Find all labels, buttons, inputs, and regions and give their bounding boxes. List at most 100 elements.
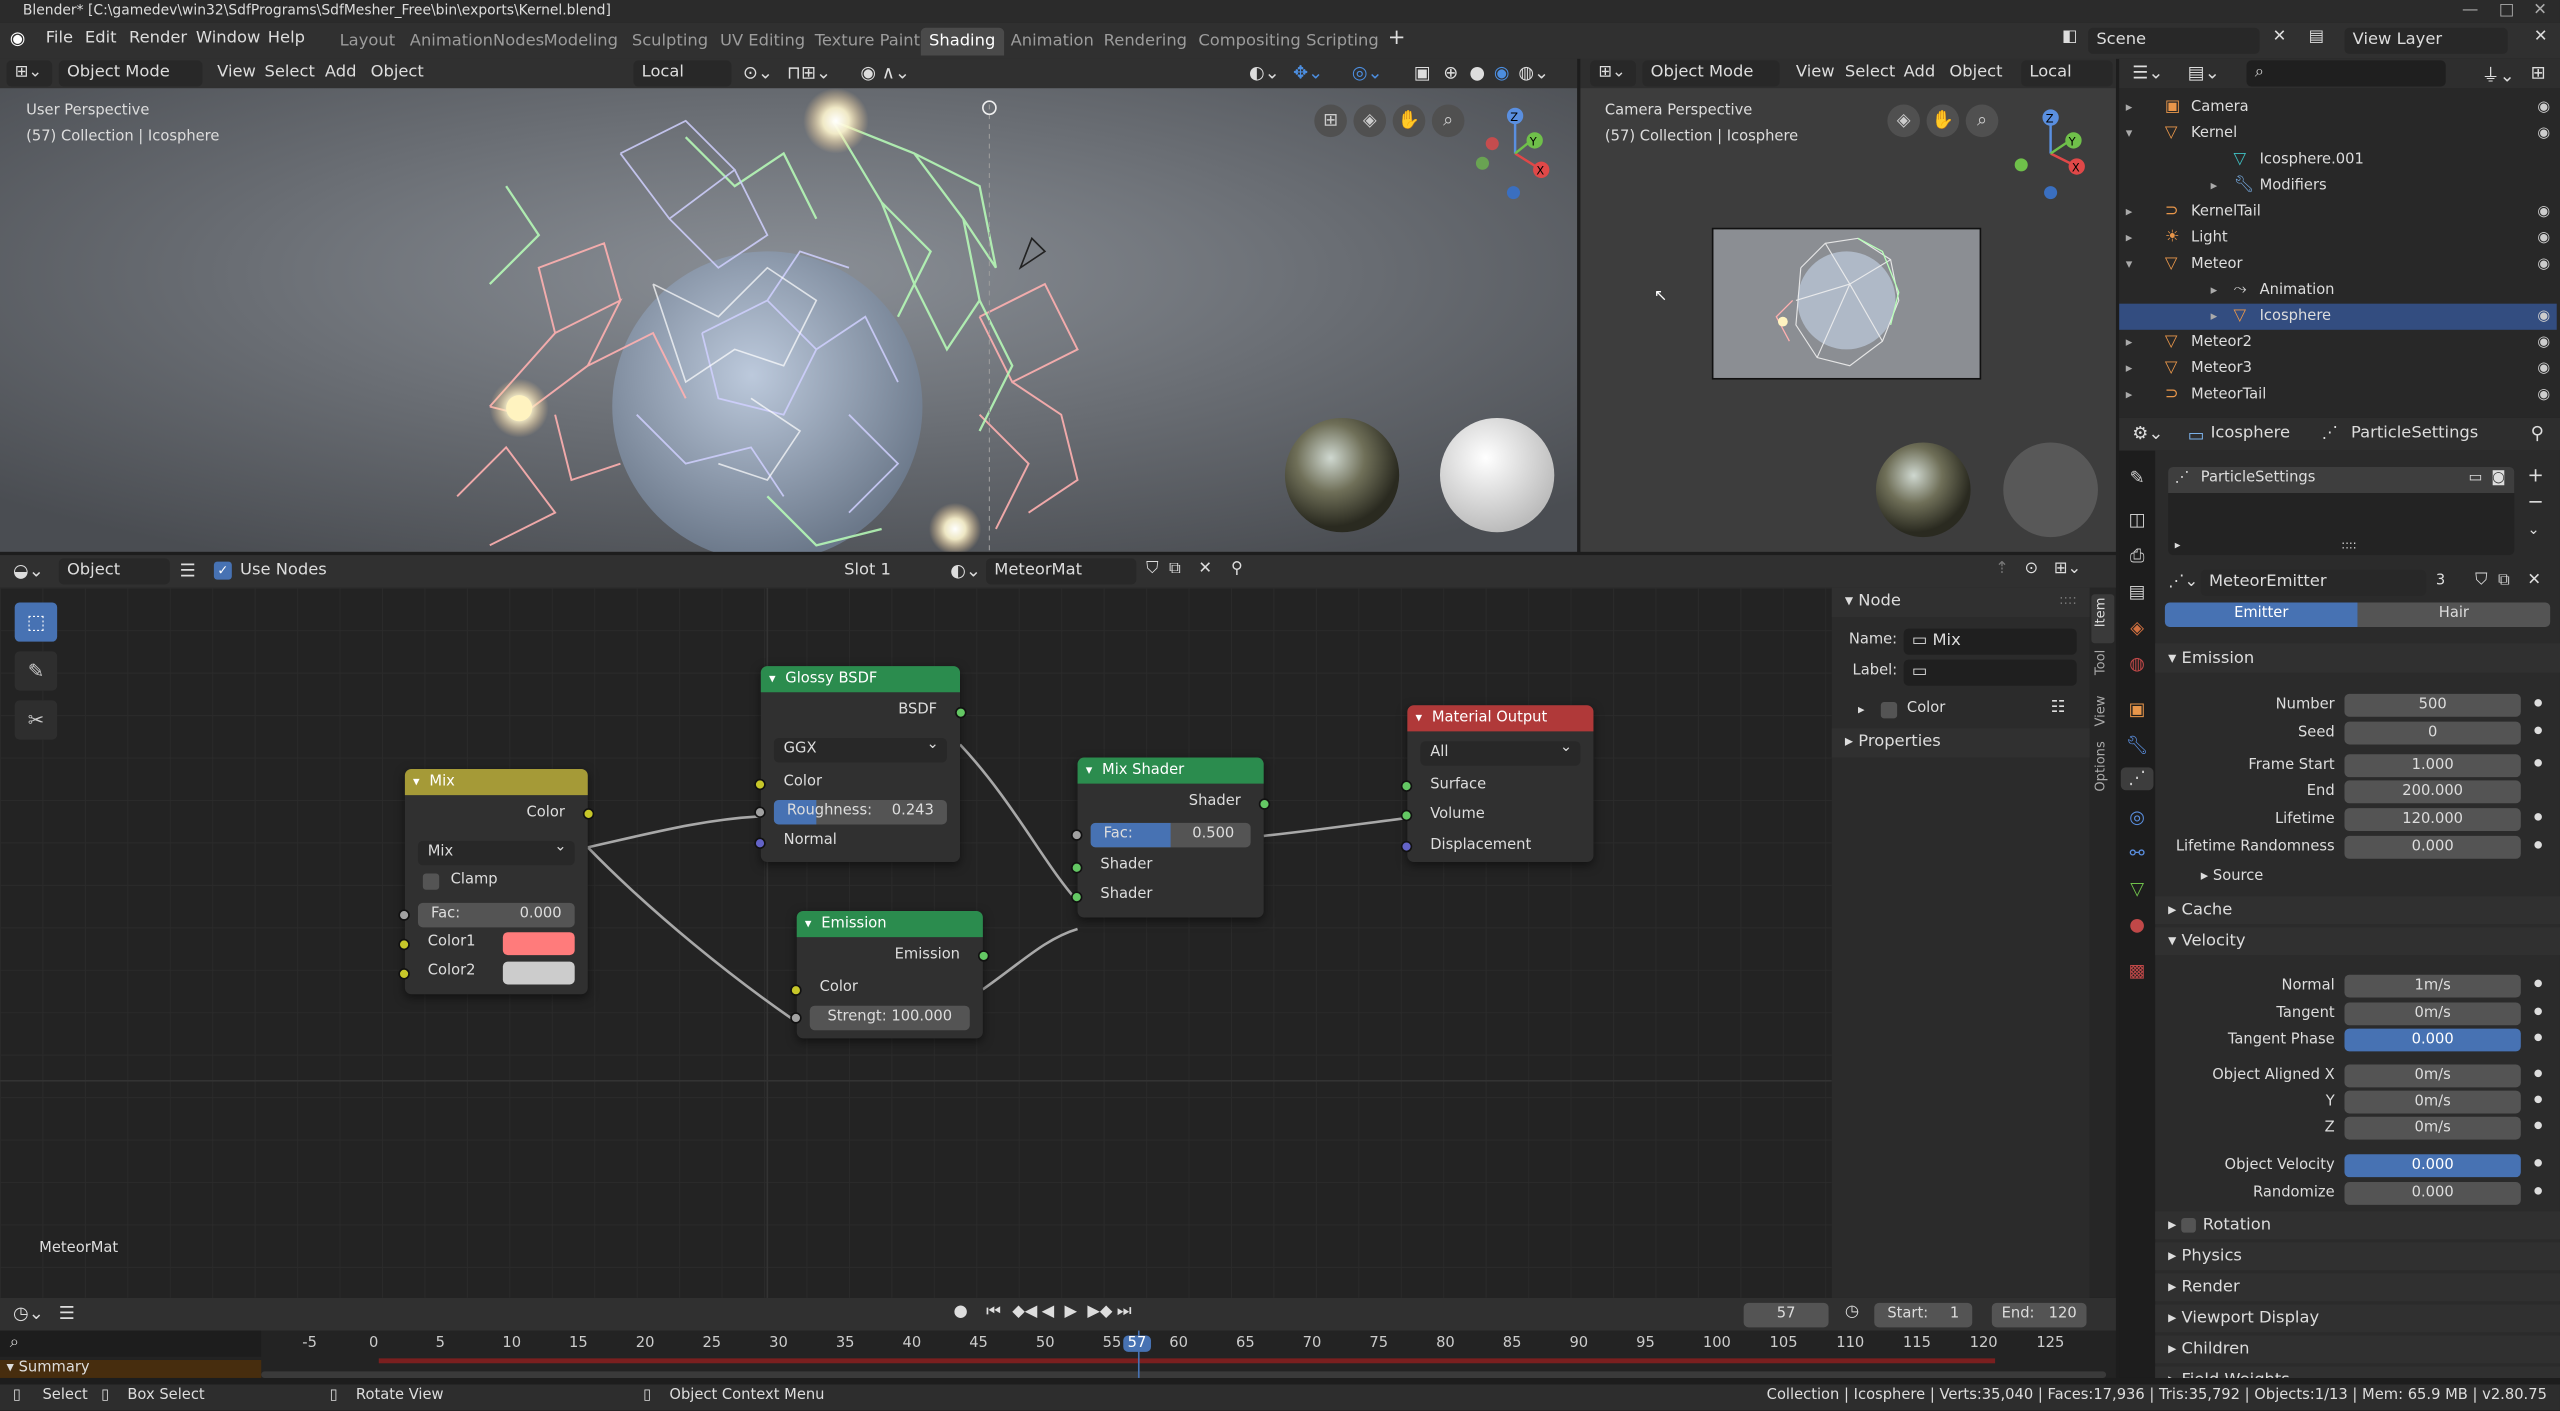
- editor-type-icon[interactable]: ⚙⌄: [2132, 423, 2163, 444]
- editor-type-icon[interactable]: ◷⌄: [13, 1303, 44, 1324]
- blender-logo-icon[interactable]: ◉: [10, 28, 26, 49]
- sidebar-tab-item[interactable]: Item: [2093, 598, 2108, 628]
- expand-icon[interactable]: ▸: [2126, 225, 2133, 251]
- gizmo-icon[interactable]: ✥⌄: [1293, 62, 1323, 83]
- shading-rendered-icon[interactable]: ◍⌄: [1518, 62, 1549, 83]
- view-layer-field[interactable]: View Layer: [2344, 27, 2508, 54]
- orientation-dropdown[interactable]: Local: [633, 60, 732, 87]
- proportional-icon[interactable]: ◉ ∧⌄: [860, 62, 910, 83]
- node-name-field[interactable]: ▭ Mix: [1903, 628, 2077, 655]
- bsdf-out-socket[interactable]: [955, 706, 967, 719]
- visibility-icon[interactable]: ◐⌄: [1249, 62, 1280, 83]
- play-icon[interactable]: ▶: [1064, 1303, 1077, 1321]
- velocity-y-field[interactable]: 0m/s: [2344, 1090, 2521, 1114]
- outliner-row[interactable]: ▸ ⤳ Animation: [2119, 278, 2557, 304]
- data-tab-icon[interactable]: ▽: [2124, 878, 2150, 901]
- close-icon[interactable]: ✕: [2533, 0, 2547, 23]
- snap-icon[interactable]: ⊙: [2024, 560, 2038, 578]
- keyframe-dot-icon[interactable]: ●: [2534, 811, 2543, 822]
- keyframe-dot-icon[interactable]: ●: [2534, 697, 2543, 708]
- color-list-icon[interactable]: ☷: [2051, 699, 2066, 717]
- timeline-scrollbar[interactable]: [261, 1371, 2107, 1378]
- tab-modeling[interactable]: Modeling: [536, 28, 627, 56]
- material-browse-icon[interactable]: ◐⌄: [950, 560, 981, 581]
- eye-icon[interactable]: ◉: [2537, 382, 2550, 408]
- pan-icon[interactable]: ✋: [1392, 104, 1426, 138]
- displacement-socket[interactable]: [1400, 840, 1413, 853]
- menu-select[interactable]: Select: [264, 64, 314, 82]
- shader-type-dropdown[interactable]: Object: [58, 558, 170, 585]
- mix-node-header[interactable]: Mix: [404, 768, 588, 796]
- object-tab-icon[interactable]: ▣: [2124, 699, 2150, 722]
- eye-icon[interactable]: ◉: [2537, 251, 2550, 277]
- pin-icon[interactable]: ⚲: [1231, 560, 1243, 578]
- physics-tab-icon[interactable]: ◎: [2124, 807, 2150, 830]
- emission-frame-start-field[interactable]: 1.000: [2344, 754, 2521, 778]
- volume-socket[interactable]: [1400, 809, 1413, 822]
- mix-node[interactable]: Mix Color Mix Clamp Fac: 0.000 Color1 Co…: [398, 768, 595, 995]
- display-mode-icon[interactable]: ▤⌄: [2188, 62, 2220, 83]
- tab-sculpting[interactable]: Sculpting: [624, 28, 717, 56]
- expand-icon[interactable]: ▸: [2126, 382, 2133, 408]
- jump-end-icon[interactable]: ⏭: [1117, 1303, 1132, 1321]
- clock-icon[interactable]: ◷: [1845, 1303, 1859, 1321]
- keyframe-dot-icon[interactable]: ●: [2534, 1032, 2543, 1043]
- source-subsection[interactable]: ▸ Source: [2201, 869, 2264, 885]
- overlay-icon[interactable]: ◎⌄: [1352, 62, 1383, 83]
- mix-shader-fac-socket[interactable]: [1071, 829, 1083, 841]
- new-collection-icon[interactable]: ⊞: [2531, 62, 2546, 83]
- editor-type-button[interactable]: ⊞⌄: [1590, 60, 1636, 87]
- filter-icon[interactable]: ⏚⌄: [2482, 62, 2515, 88]
- keyframe-dot-icon[interactable]: ●: [2534, 1094, 2543, 1105]
- view-layer-close-icon[interactable]: ✕: [2534, 28, 2548, 46]
- menu-add[interactable]: Add: [325, 64, 357, 82]
- glossy-color-socket[interactable]: [754, 778, 766, 791]
- velocity-normal-field[interactable]: 1m/s: [2344, 974, 2521, 998]
- camera-view-icon[interactable]: ◈: [1887, 104, 1920, 138]
- material-tab-icon[interactable]: ●: [2124, 914, 2150, 937]
- constraints-tab-icon[interactable]: ⚯: [2124, 842, 2150, 865]
- timeline[interactable]: ◷⌄ ☰ ● ⏮ ◆◀ ◀ ▶ ▶◆ ⏭ 57 ◷ Start: 1 End: 12…: [0, 1297, 2116, 1378]
- outliner-row[interactable]: ▾ ▽ Kernel ◉: [2119, 121, 2557, 147]
- tab-scripting[interactable]: Scripting: [1298, 28, 1387, 56]
- strength-field[interactable]: Strengt: 100.000: [809, 1005, 970, 1031]
- keyframe-dot-icon[interactable]: ●: [2534, 1158, 2543, 1169]
- menu-render[interactable]: Render: [129, 29, 187, 47]
- outliner-row[interactable]: ▸ ▣ Camera ◉: [2119, 95, 2557, 121]
- viewport-toggle-icon[interactable]: ▭: [2469, 470, 2483, 486]
- particles-tab-icon[interactable]: ⋰: [2120, 767, 2154, 791]
- roughness-socket[interactable]: [754, 806, 766, 818]
- glossy-bsdf-node[interactable]: Glossy BSDF BSDF GGX Color Roughness: 0.…: [754, 666, 967, 863]
- emission-lifetime-field[interactable]: 120.000: [2344, 808, 2521, 832]
- sidebar-tab-tool[interactable]: Tool: [2093, 650, 2108, 675]
- fake-user-icon[interactable]: ⛉: [2475, 571, 2487, 589]
- menu-add[interactable]: Add: [1904, 64, 1936, 82]
- duplicate-icon[interactable]: ⧉: [1169, 560, 1181, 578]
- navigation-gizmo[interactable]: Z X Y: [1469, 104, 1564, 205]
- editor-type-icon[interactable]: ◒⌄: [13, 560, 44, 581]
- orientation-dropdown[interactable]: Local: [2021, 60, 2113, 87]
- editor-type-button[interactable]: ⊞⌄: [6, 60, 53, 87]
- fake-user-icon[interactable]: ⛉: [1146, 560, 1158, 578]
- emission-end-field[interactable]: 200.000: [2344, 780, 2521, 804]
- cut-links-tool-icon[interactable]: ✂: [14, 700, 58, 740]
- record-icon[interactable]: ●: [953, 1303, 967, 1321]
- mode-dropdown[interactable]: Object Mode: [1642, 60, 1780, 87]
- clamp-checkbox[interactable]: [422, 873, 440, 890]
- shading-material-icon[interactable]: ◉: [1494, 62, 1510, 83]
- keyframe-dot-icon[interactable]: ●: [2534, 758, 2543, 769]
- eye-icon[interactable]: ◉: [2537, 95, 2550, 121]
- emission-lifetime-randomness-field[interactable]: 0.000: [2344, 835, 2521, 859]
- unlink-icon[interactable]: ✕: [2527, 571, 2541, 589]
- particle-settings-icon[interactable]: ⋰⌄: [2168, 573, 2198, 591]
- tab-rendering[interactable]: Rendering: [1096, 28, 1196, 56]
- prev-key-icon[interactable]: ◆◀: [1012, 1303, 1037, 1321]
- velocity-tangent-field[interactable]: 0m/s: [2344, 1002, 2521, 1026]
- mix-shader-fac-field[interactable]: Fac: 0.500: [1090, 822, 1251, 848]
- roughness-field[interactable]: Roughness: 0.243: [773, 799, 947, 825]
- viewport-right[interactable]: ⊞⌄ Object Mode View Select Add Object Lo…: [1580, 58, 2116, 552]
- expand-icon[interactable]: ▸: [2211, 278, 2218, 304]
- expand-icon[interactable]: ▾: [2126, 121, 2133, 147]
- shader1-socket[interactable]: [1071, 862, 1083, 874]
- pan-icon[interactable]: ✋: [1926, 104, 1960, 138]
